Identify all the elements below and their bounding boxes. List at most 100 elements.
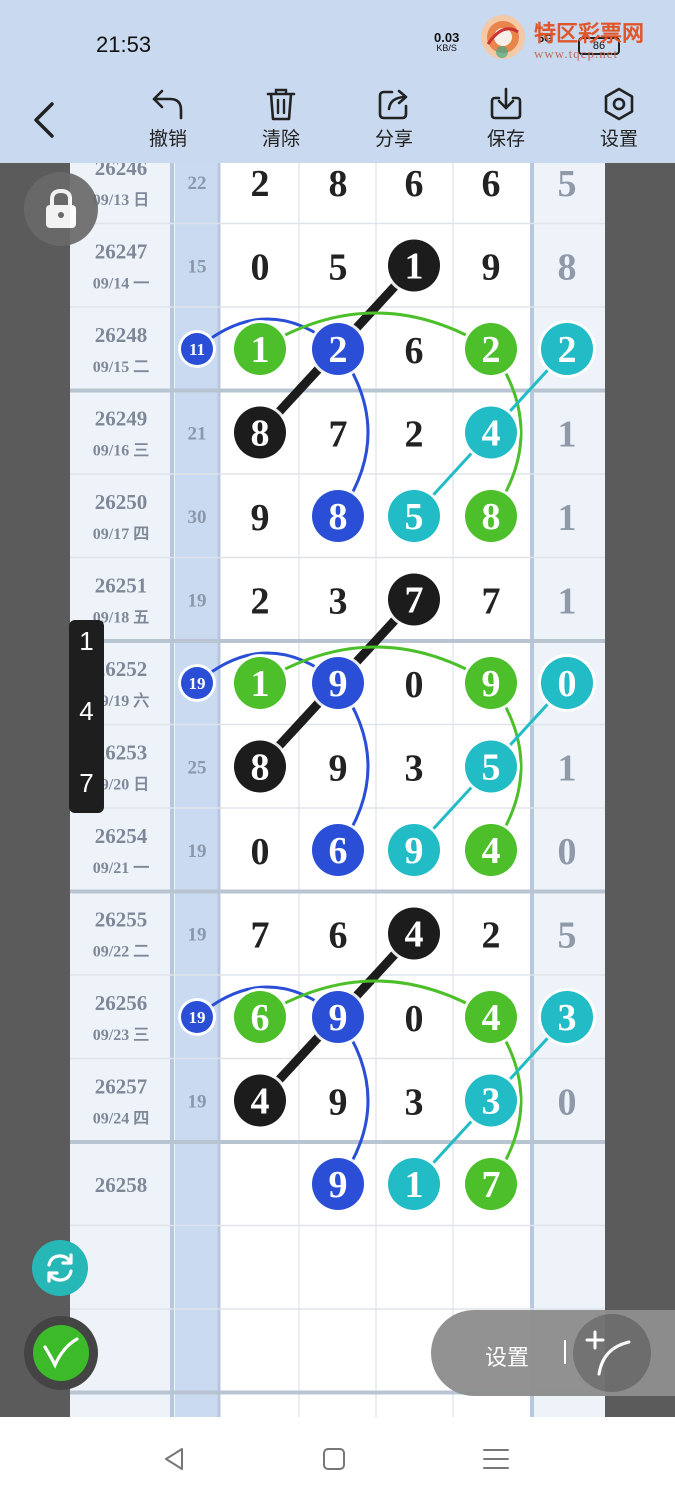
digit-cell: 5 — [329, 247, 348, 289]
digit-cell: 0 — [251, 831, 270, 873]
digit-cell: 0 — [405, 664, 424, 706]
circled-number: 3 — [558, 997, 577, 1039]
digit-cell: 9 — [482, 247, 501, 289]
circled-number: 4 — [482, 413, 501, 455]
sum-value: 15 — [188, 257, 207, 278]
digit-cell: 0 — [251, 247, 270, 289]
digit-cell: 9 — [329, 1082, 348, 1124]
digit-cell: 3 — [405, 748, 424, 790]
nav-back-icon[interactable] — [154, 1441, 194, 1477]
circled-number: 1 — [251, 663, 270, 705]
pen-tool-button[interactable] — [24, 1316, 98, 1390]
circled-number: 9 — [329, 997, 348, 1039]
sum-value: 19 — [188, 1092, 207, 1113]
sum-value: 19 — [188, 925, 207, 946]
last-digit-cell: 5 — [558, 915, 577, 957]
refresh-icon — [47, 1253, 73, 1283]
system-nav-bar — [0, 1417, 675, 1500]
issue-date: 09/22 二 — [93, 944, 149, 961]
digit-cell: 3 — [405, 1082, 424, 1124]
circled-number: 1 — [251, 329, 270, 371]
nav-home-icon[interactable] — [314, 1441, 354, 1477]
floating-settings-pill[interactable]: 设置 — [431, 1310, 675, 1396]
circled-number: 2 — [329, 329, 348, 371]
issue-number: 26246 — [95, 156, 148, 180]
issue-date: 09/17 四 — [93, 526, 149, 543]
issue-date: 09/16 三 — [93, 443, 149, 460]
digit-cell: 2 — [405, 414, 424, 456]
sum-value: 30 — [188, 507, 207, 528]
sidebar-number[interactable]: 1 — [69, 626, 104, 657]
issue-date: 09/21 一 — [93, 860, 149, 877]
issue-date: 09/13 日 — [93, 191, 149, 209]
circled-number: 5 — [405, 496, 424, 538]
circled-number: 8 — [251, 747, 270, 789]
floating-settings-label[interactable]: 设置 — [485, 1340, 529, 1372]
issue-date: 09/24 四 — [93, 1111, 149, 1128]
last-digit-cell: 0 — [558, 831, 577, 873]
digit-cell: 6 — [405, 330, 424, 372]
lock-button[interactable] — [24, 172, 98, 246]
sum-value: 19 — [188, 841, 207, 862]
refresh-button[interactable] — [32, 1240, 88, 1296]
circled-number: 8 — [329, 496, 348, 538]
pen-tool-inner — [33, 1325, 89, 1381]
number-sidebar[interactable]: 1 4 7 — [69, 620, 104, 813]
circled-number: 4 — [482, 830, 501, 872]
circled-number: 9 — [405, 830, 424, 872]
sidebar-number[interactable]: 7 — [69, 768, 104, 799]
issue-date: 09/15 二 — [93, 359, 149, 376]
lock-icon — [46, 188, 76, 228]
issue-number: 26256 — [95, 991, 148, 1015]
circled-number: 2 — [482, 329, 501, 371]
issue-number: 26257 — [95, 1075, 148, 1099]
sum-value: 25 — [188, 758, 207, 779]
issue-number: 26249 — [95, 407, 148, 431]
last-digit-cell: 5 — [558, 163, 577, 205]
sum-value: 22 — [188, 173, 207, 194]
issue-date: 09/14 一 — [93, 276, 149, 293]
circled-number: 9 — [482, 663, 501, 705]
digit-cell: 2 — [251, 163, 270, 205]
issue-number: 26247 — [95, 240, 148, 264]
digit-cell: 9 — [329, 748, 348, 790]
circled-number: 1 — [405, 246, 424, 288]
circled-number: 4 — [251, 1081, 270, 1123]
circled-number: 9 — [329, 663, 348, 705]
circled-number: 9 — [329, 1164, 348, 1206]
circled-number: 0 — [558, 663, 577, 705]
circled-number: 6 — [329, 830, 348, 872]
issue-date: 09/23 三 — [93, 1027, 149, 1044]
circled-number: 4 — [405, 914, 424, 956]
issue-number: 26254 — [95, 824, 148, 848]
digit-cell: 6 — [405, 163, 424, 205]
issue-number: 26255 — [95, 908, 148, 932]
add-curve-icon — [585, 1330, 631, 1376]
issue-number: 26251 — [95, 574, 148, 598]
add-line-button[interactable] — [573, 1314, 651, 1392]
last-digit-cell: 1 — [558, 581, 577, 623]
last-digit-cell: 1 — [558, 414, 577, 456]
sidebar-number[interactable]: 4 — [69, 696, 104, 727]
digit-cell: 9 — [251, 497, 270, 539]
digit-cell: 8 — [329, 163, 348, 205]
pen-stroke-icon — [43, 1337, 79, 1369]
issue-number: 26258 — [95, 1173, 148, 1197]
digit-cell: 2 — [482, 915, 501, 957]
digit-cell: 7 — [251, 915, 270, 957]
circled-number: 2 — [558, 329, 577, 371]
circled-number: 5 — [482, 747, 501, 789]
nav-recents-icon[interactable] — [476, 1441, 516, 1477]
circled-number: 6 — [251, 997, 270, 1039]
circled-number: 1 — [405, 1164, 424, 1206]
digit-cell: 0 — [405, 998, 424, 1040]
circled-number: 7 — [482, 1164, 501, 1206]
digit-cell: 6 — [329, 915, 348, 957]
issue-number: 26250 — [95, 490, 148, 514]
pill-divider — [564, 1340, 566, 1364]
circled-number: 7 — [405, 580, 424, 622]
last-digit-cell: 1 — [558, 497, 577, 539]
digit-cell: 3 — [329, 581, 348, 623]
circled-number: 4 — [482, 997, 501, 1039]
last-digit-cell: 0 — [558, 1082, 577, 1124]
